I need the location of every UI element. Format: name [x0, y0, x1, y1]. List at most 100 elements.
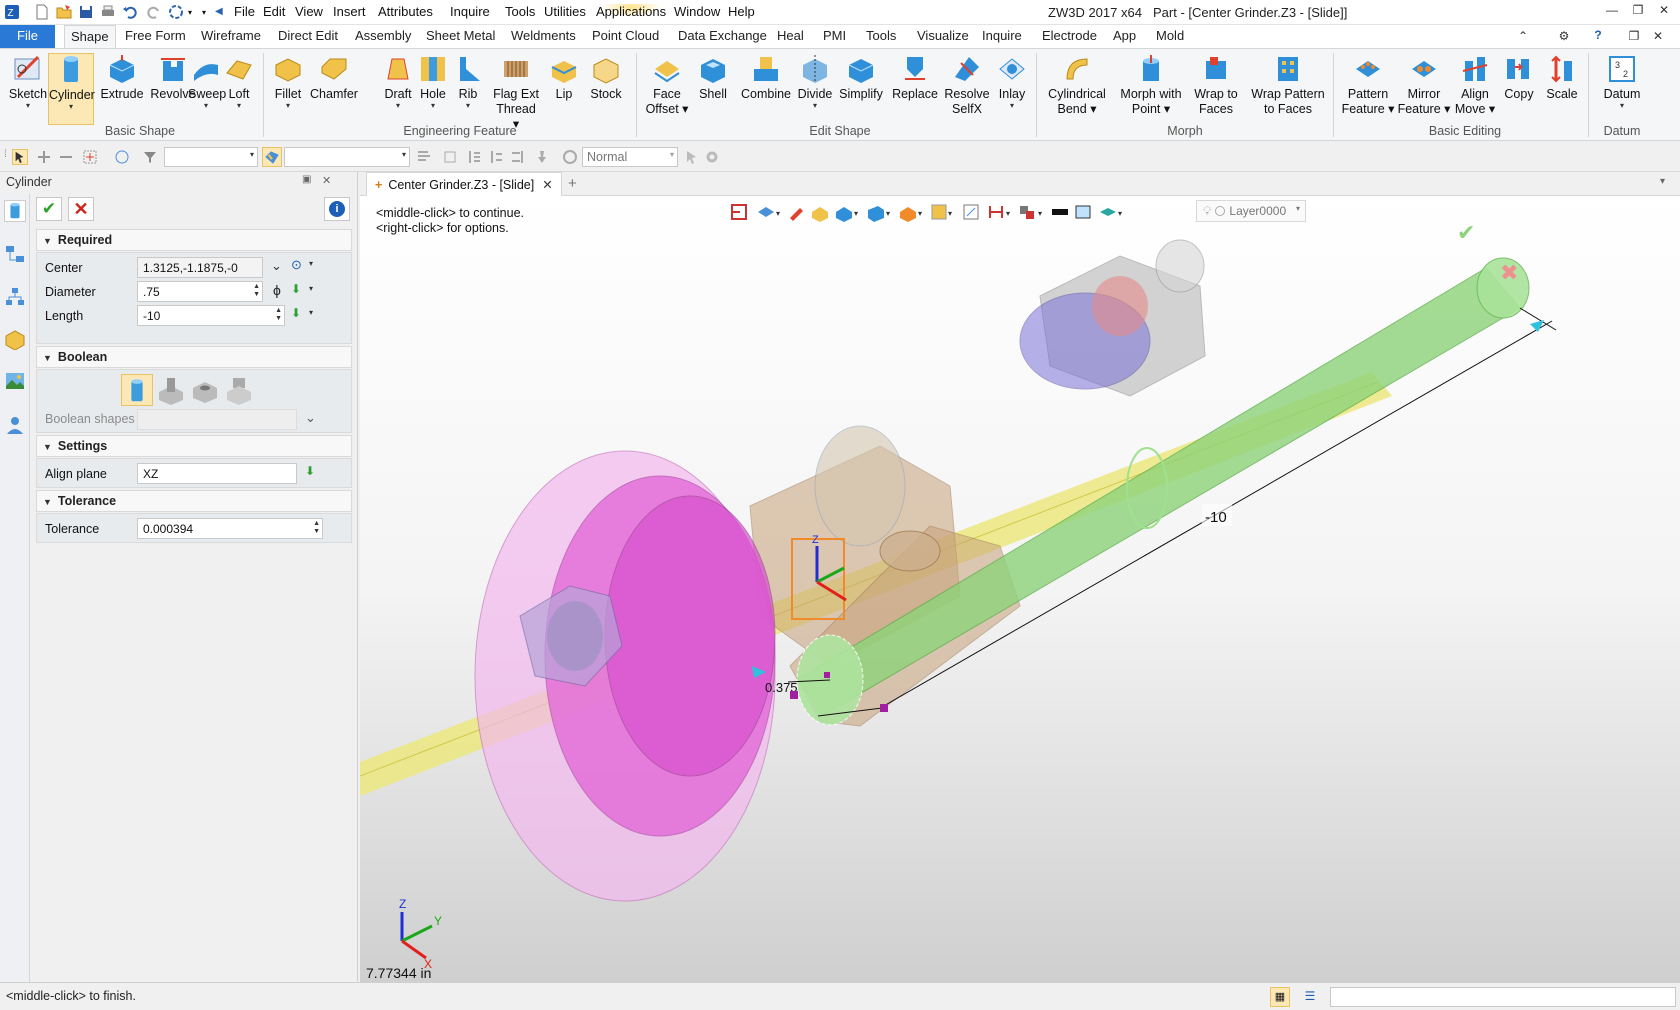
edge-point-handle[interactable]: [880, 704, 888, 712]
shell-button[interactable]: Shell: [693, 53, 733, 102]
point-target-icon[interactable]: ⊙: [291, 257, 302, 273]
pick-combo[interactable]: ▾: [284, 147, 410, 167]
wrap-pattern-button[interactable]: Wrap Pattern to Faces: [1248, 53, 1328, 117]
loft-button[interactable]: Loft ▾: [223, 53, 255, 110]
section-required[interactable]: ▼ Required: [36, 229, 352, 251]
new-tab-icon[interactable]: +: [568, 175, 577, 192]
length-spinner-icon[interactable]: ▲ ▼: [275, 307, 282, 323]
tab-visualize[interactable]: Visualize: [911, 25, 975, 48]
menu-utilities[interactable]: Utilities: [544, 4, 586, 19]
morph-with-point-button[interactable]: Morph with Point ▾: [1118, 53, 1184, 117]
document-tab[interactable]: + Center Grinder.Z3 - [Slide] ✕: [366, 172, 562, 196]
tab-assembly[interactable]: Assembly: [349, 25, 417, 48]
tolerance-spinner-icon[interactable]: ▲ ▼: [313, 520, 320, 536]
remove-shape-icon[interactable]: [189, 374, 221, 406]
lasso-icon[interactable]: [114, 149, 130, 165]
center-field[interactable]: 1.3125,-1.1875,-0: [137, 257, 263, 278]
menu-window[interactable]: Window: [674, 4, 720, 19]
inlay-button[interactable]: Inlay ▾: [994, 53, 1030, 110]
intersect-shape-icon[interactable]: [223, 374, 255, 406]
pattern-feature-button[interactable]: Pattern Feature ▾: [1340, 53, 1396, 117]
base-point-handle[interactable]: [790, 691, 798, 699]
tab-direct-edit[interactable]: Direct Edit: [272, 25, 344, 48]
diameter-spinner-icon[interactable]: ▲ ▼: [253, 283, 260, 299]
new-file-icon[interactable]: [34, 4, 50, 20]
base-shape-icon[interactable]: [121, 374, 153, 406]
add-shape-icon[interactable]: [155, 374, 187, 406]
menu-file[interactable]: File: [234, 4, 255, 19]
tab-wireframe[interactable]: Wireframe: [195, 25, 267, 48]
collapse-ribbon-icon[interactable]: ⌃: [1515, 29, 1531, 45]
section-boolean[interactable]: ▼ Boolean: [36, 346, 352, 368]
user-roles-icon[interactable]: [4, 414, 26, 436]
length-pick-icon[interactable]: ⬇: [291, 306, 301, 320]
3d-viewport[interactable]: <middle-click> to continue. <right-click…: [360, 196, 1680, 982]
length-drag-handle[interactable]: [1530, 320, 1544, 332]
panel-close-icon[interactable]: ✕: [322, 174, 331, 187]
tab-sheet-metal[interactable]: Sheet Metal: [420, 25, 501, 48]
boolean-expand-icon[interactable]: ⌄: [305, 410, 316, 426]
resolve-selfx-button[interactable]: Resolve SelfX: [944, 53, 990, 117]
filter-funnel-icon[interactable]: [142, 149, 158, 165]
snap-left-icon[interactable]: [466, 149, 482, 165]
select-arrow-icon[interactable]: [12, 149, 28, 165]
extrude-button[interactable]: Extrude: [99, 53, 145, 102]
menu-help[interactable]: Help: [728, 4, 755, 19]
simplify-button[interactable]: Simplify: [838, 53, 884, 102]
tab-app[interactable]: App: [1107, 25, 1142, 48]
cylindrical-bend-button[interactable]: Cylindrical Bend ▾: [1044, 53, 1110, 117]
sketch-button[interactable]: Sketch ▾: [6, 53, 50, 110]
datum-button[interactable]: 32 Datum ▾: [1596, 53, 1648, 110]
tab-mold[interactable]: Mold: [1150, 25, 1190, 48]
length-field[interactable]: -10 ▲ ▼: [137, 305, 285, 326]
chamfer-button[interactable]: Chamfer: [309, 53, 359, 102]
print-icon[interactable]: [100, 4, 116, 20]
stock-button[interactable]: Stock: [586, 53, 626, 102]
pin-icon[interactable]: [534, 149, 550, 165]
menu-attributes[interactable]: Attributes: [378, 4, 433, 19]
section-settings[interactable]: ▼ Settings: [36, 435, 352, 457]
tab-pmi[interactable]: PMI: [817, 25, 852, 48]
tab-file[interactable]: File: [0, 25, 55, 48]
close-window-icon[interactable]: ✕: [1656, 3, 1672, 19]
tab-electrode[interactable]: Electrode: [1036, 25, 1103, 48]
view-gear-icon[interactable]: [704, 149, 720, 165]
list-view-icon[interactable]: ☰: [1300, 987, 1320, 1007]
lip-button[interactable]: Lip: [546, 53, 582, 102]
render-mode-icon[interactable]: [562, 149, 578, 165]
boolean-shapes-field[interactable]: [137, 409, 297, 430]
doc-close-icon[interactable]: ✕: [1650, 29, 1666, 45]
undo-icon[interactable]: [122, 4, 138, 20]
tab-shape[interactable]: Shape: [64, 25, 116, 49]
expand-chevrons-icon[interactable]: ⌄: [271, 258, 282, 274]
command-input[interactable]: [1330, 987, 1676, 1007]
redo-icon[interactable]: [146, 4, 162, 20]
tab-free-form[interactable]: Free Form: [119, 25, 192, 48]
align-move-button[interactable]: Align Move ▾: [1453, 53, 1497, 117]
align-plane-field[interactable]: XZ: [137, 463, 297, 484]
save-icon[interactable]: [78, 4, 94, 20]
layout-toggle-icon[interactable]: ▦: [1270, 987, 1290, 1007]
visual-styles-icon[interactable]: [4, 370, 26, 392]
wrap-to-faces-button[interactable]: Wrap to Faces: [1190, 53, 1242, 117]
regen-icon[interactable]: [168, 4, 184, 20]
combine-button[interactable]: Combine: [740, 53, 792, 102]
fillet-button[interactable]: Fillet ▾: [268, 53, 308, 110]
length-dimension-text[interactable]: -10: [1205, 509, 1227, 526]
menu-insert[interactable]: Insert: [333, 4, 366, 19]
scale-button[interactable]: Scale: [1542, 53, 1582, 102]
filter-combo[interactable]: ▾: [164, 147, 258, 167]
render-mode-combo[interactable]: Normal ▾: [582, 147, 678, 167]
add-filter-icon[interactable]: [36, 149, 52, 165]
replace-button[interactable]: Replace: [890, 53, 940, 102]
copy-button[interactable]: Copy: [1500, 53, 1538, 102]
tab-point-cloud[interactable]: Point Cloud: [586, 25, 665, 48]
part-icon[interactable]: [4, 328, 26, 350]
divide-button[interactable]: Divide ▾: [795, 53, 835, 110]
snap-mid-icon[interactable]: [488, 149, 504, 165]
open-file-icon[interactable]: [56, 4, 72, 20]
center-point-handle[interactable]: [824, 672, 830, 678]
tab-list-icon[interactable]: ▾: [1660, 176, 1665, 187]
doc-restore-icon[interactable]: ❐: [1626, 29, 1642, 45]
snap-right-icon[interactable]: [510, 149, 526, 165]
